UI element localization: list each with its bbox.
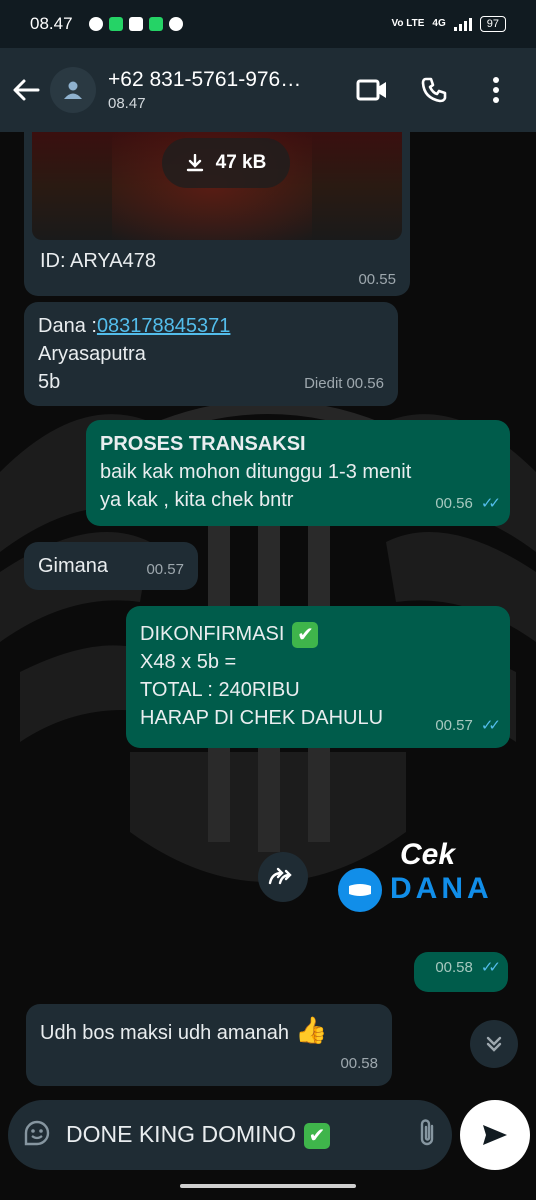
sticker-icon[interactable] — [22, 1118, 52, 1153]
facebook-icon — [88, 17, 103, 31]
tiktok-icon — [128, 17, 143, 31]
message-meta: 00.58 — [340, 1050, 378, 1078]
message-time: 00.57 — [146, 561, 184, 578]
message-time: 00.56 — [346, 375, 384, 392]
battery-indicator: 97 — [479, 16, 506, 32]
edited-label: Diedit — [304, 375, 343, 392]
dana-logo — [338, 868, 382, 912]
notification-icons — [88, 17, 183, 31]
forward-icon[interactable] — [258, 852, 308, 902]
read-ticks-icon: ✓✓ — [480, 959, 501, 976]
dana-sticker[interactable]: Cek DANA — [338, 838, 498, 918]
status-bar: 08.47 Vo LTE 4G 97 — [0, 0, 536, 48]
arrow-left-icon[interactable] — [2, 66, 50, 114]
read-ticks-icon: ✓✓ — [480, 495, 501, 512]
person-icon — [64, 81, 82, 99]
download-button[interactable]: 47 kB — [162, 138, 290, 188]
sticker-text: Cek — [400, 838, 456, 871]
network-label: 4G — [432, 18, 446, 29]
message-input[interactable]: DONE KING DOMINO ✔ — [66, 1121, 331, 1149]
paperclip-icon[interactable] — [416, 1118, 438, 1153]
incoming-message[interactable]: Dana :083178845371 Aryasaputra 5b Diedit… — [24, 302, 398, 406]
file-size: 47 kB — [215, 152, 267, 173]
send-button[interactable] — [460, 1100, 530, 1170]
chat-header: +62 831-5761-976… 08.47 — [0, 48, 536, 132]
more-vert-icon[interactable] — [472, 66, 520, 114]
image-thumbnail[interactable]: 47 kB — [32, 132, 402, 240]
status-time: 08.47 — [30, 14, 73, 33]
download-icon — [186, 154, 203, 172]
last-seen: 08.47 — [108, 95, 146, 112]
message-meta: 00.58 ✓✓ — [435, 954, 501, 982]
volte-label: Vo LTE — [391, 18, 425, 29]
app-notification-icon — [148, 17, 163, 31]
signal-icon — [453, 17, 472, 31]
message-meta: 00.56 ✓✓ — [435, 490, 501, 518]
message-meta: 00.57 — [146, 556, 184, 584]
message-text: DIKONFIRMASI — [140, 623, 285, 645]
message-text: baik kak mohon ditunggu 1-3 menit — [100, 461, 412, 483]
phone-number-link[interactable]: 083178845371 — [97, 315, 230, 337]
message-meta: Diedit 00.56 — [304, 370, 384, 398]
read-ticks-icon: ✓✓ — [480, 717, 501, 734]
double-chevron-down-icon[interactable] — [470, 1020, 518, 1068]
outgoing-sticker-meta[interactable]: 00.58 ✓✓ — [414, 952, 508, 992]
message-text: TOTAL : 240RIBU — [140, 679, 300, 701]
phone-icon[interactable] — [410, 66, 458, 114]
message-time: 00.55 — [358, 271, 396, 288]
game-icon — [168, 17, 183, 31]
message-time: 00.57 — [435, 717, 473, 734]
system-status: Vo LTE 4G 97 — [391, 16, 506, 32]
video-call-icon[interactable] — [348, 66, 396, 114]
message-text: Udh bos maksi udh amanah — [40, 1022, 290, 1044]
home-indicator[interactable] — [180, 1184, 356, 1188]
message-time: 00.58 — [340, 1055, 378, 1072]
image-message[interactable]: 47 kB ID: ARYA478 00.55 — [24, 132, 410, 296]
message-text: X48 x 5b = — [140, 651, 237, 673]
message-text: Aryasaputra — [38, 343, 146, 365]
check-emoji-icon: ✔ — [304, 1122, 331, 1149]
message-time: 00.56 — [435, 495, 473, 512]
message-composer[interactable]: DONE KING DOMINO ✔ — [8, 1100, 452, 1170]
incoming-message[interactable]: Udh bos maksi udh amanah 👍 00.58 — [26, 1004, 392, 1086]
send-icon — [483, 1125, 507, 1145]
thumbs-up-emoji-icon: 👍 — [295, 1015, 328, 1045]
avatar[interactable] — [50, 67, 96, 113]
dana-brand-text: DANA — [390, 872, 493, 905]
outgoing-message[interactable]: PROSES TRANSAKSI baik kak mohon ditunggu… — [86, 420, 510, 526]
contact-name: +62 831-5761-976… — [108, 68, 302, 91]
message-text: ID: ARYA478 — [40, 250, 156, 272]
contact-info[interactable]: +62 831-5761-976… 08.47 — [108, 68, 344, 112]
outgoing-message[interactable]: DIKONFIRMASI ✔ X48 x 5b = TOTAL : 240RIBU… — [126, 606, 510, 748]
message-meta: 00.57 ✓✓ — [435, 712, 501, 740]
message-text: Dana : — [38, 315, 97, 337]
messages-icon — [108, 17, 123, 31]
check-emoji-icon: ✔ — [292, 621, 319, 648]
incoming-message[interactable]: Gimana 00.57 — [24, 542, 198, 590]
message-time: 00.58 — [435, 959, 473, 976]
message-title: PROSES TRANSAKSI — [100, 433, 306, 455]
